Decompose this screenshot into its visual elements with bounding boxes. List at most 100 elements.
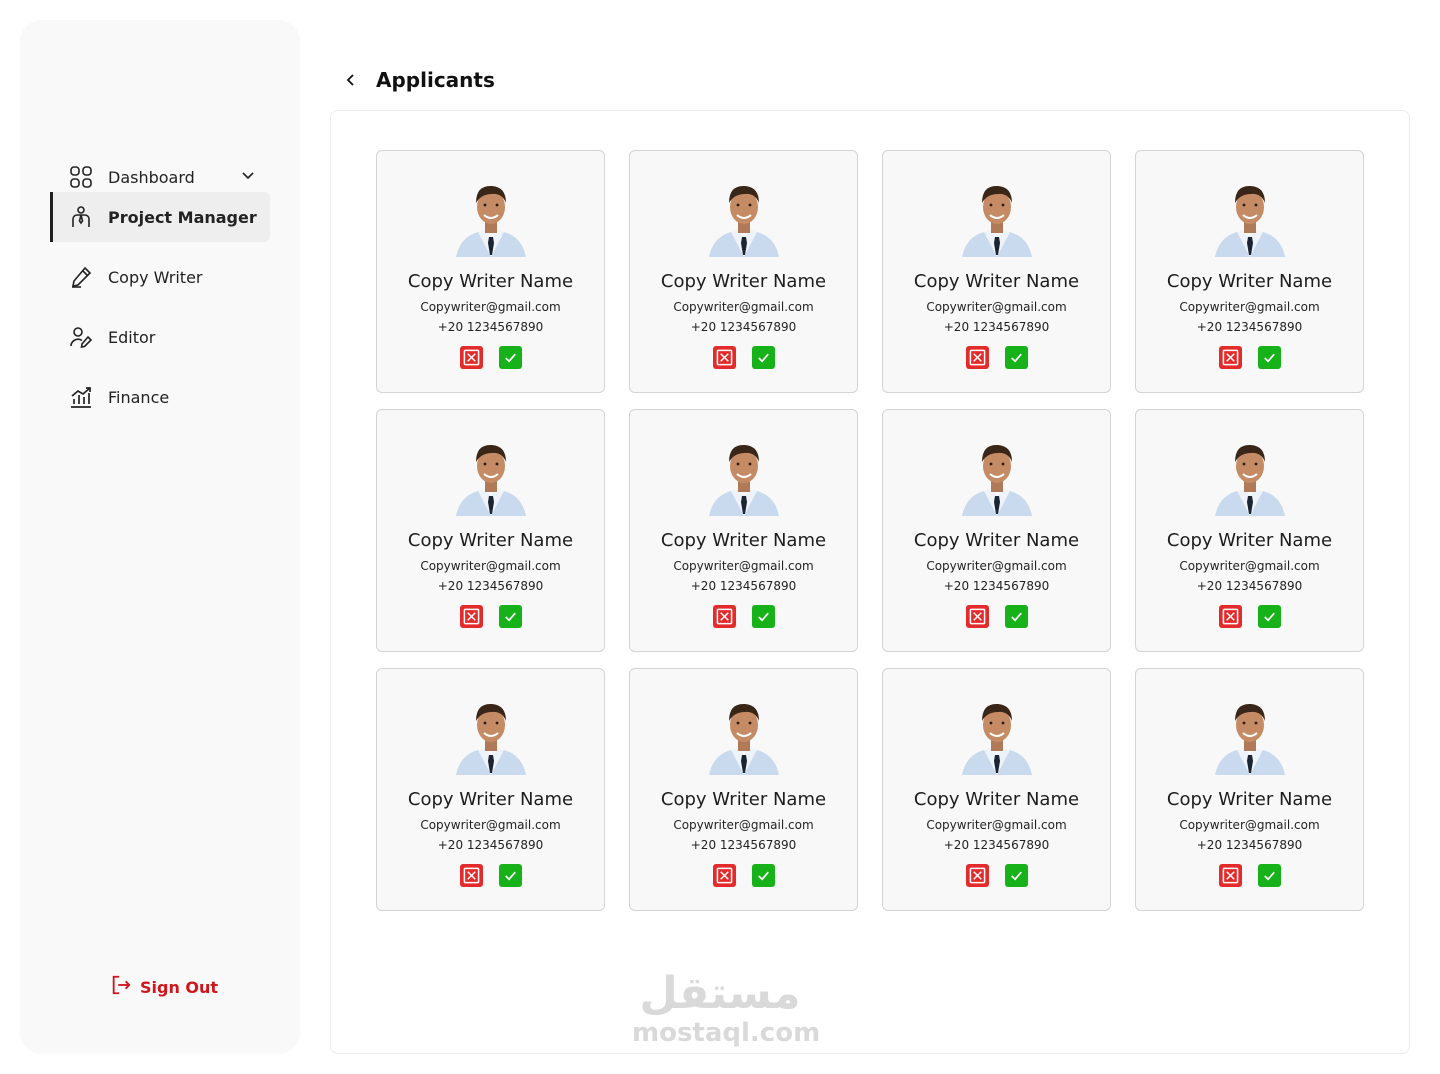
applicant-card: Copy Writer Name Copywriter@gmail.com +2… [629, 668, 858, 911]
sidebar-item-label: Dashboard [108, 167, 195, 187]
applicants-panel: Copy Writer Name Copywriter@gmail.com +2… [330, 110, 1410, 1054]
accept-button[interactable] [1004, 605, 1028, 628]
applicant-card: Copy Writer Name Copywriter@gmail.com +2… [882, 409, 1111, 652]
sidebar-item-project-manager[interactable]: Project Manager [50, 192, 270, 242]
applicant-phone: +20 1234567890 [690, 320, 797, 334]
applicant-phone: +20 1234567890 [437, 838, 544, 852]
accept-button[interactable] [1257, 864, 1281, 887]
applicant-email: Copywriter@gmail.com [1179, 559, 1320, 573]
applicants-grid: Copy Writer Name Copywriter@gmail.com +2… [376, 150, 1364, 911]
applicant-email: Copywriter@gmail.com [420, 818, 561, 832]
reject-button[interactable] [965, 346, 989, 369]
applicant-name: Copy Writer Name [1166, 530, 1333, 551]
applicant-actions [1218, 346, 1281, 369]
applicant-email: Copywriter@gmail.com [1179, 300, 1320, 314]
accept-button[interactable] [1004, 864, 1028, 887]
avatar [961, 177, 1032, 257]
applicant-name: Copy Writer Name [1166, 271, 1333, 292]
applicant-phone: +20 1234567890 [943, 579, 1050, 593]
applicant-email: Copywriter@gmail.com [926, 559, 1067, 573]
applicant-actions [965, 346, 1028, 369]
applicant-email: Copywriter@gmail.com [1179, 818, 1320, 832]
applicant-actions [1218, 864, 1281, 887]
applicant-email: Copywriter@gmail.com [673, 559, 814, 573]
reject-button[interactable] [965, 864, 989, 887]
accept-button[interactable] [498, 864, 522, 887]
sidebar-item-copy-writer[interactable]: Copy Writer [50, 252, 270, 302]
accept-button[interactable] [1257, 605, 1281, 628]
accept-button[interactable] [1257, 346, 1281, 369]
avatar [1214, 177, 1285, 257]
reject-button[interactable] [712, 346, 736, 369]
applicant-phone: +20 1234567890 [690, 579, 797, 593]
reject-button[interactable] [459, 605, 483, 628]
applicant-actions [459, 346, 522, 369]
reject-button[interactable] [712, 864, 736, 887]
applicant-phone: +20 1234567890 [437, 579, 544, 593]
applicant-name: Copy Writer Name [407, 271, 574, 292]
applicant-name: Copy Writer Name [407, 530, 574, 551]
applicant-actions [712, 605, 775, 628]
applicant-name: Copy Writer Name [1166, 789, 1333, 810]
pen-icon [68, 264, 94, 290]
reject-button[interactable] [965, 605, 989, 628]
applicant-name: Copy Writer Name [913, 789, 1080, 810]
applicant-actions [965, 605, 1028, 628]
user-edit-icon [68, 324, 94, 350]
accept-button[interactable] [1004, 346, 1028, 369]
applicant-email: Copywriter@gmail.com [673, 818, 814, 832]
reject-button[interactable] [459, 864, 483, 887]
applicant-email: Copywriter@gmail.com [673, 300, 814, 314]
applicant-card: Copy Writer Name Copywriter@gmail.com +2… [1135, 150, 1364, 393]
applicant-card: Copy Writer Name Copywriter@gmail.com +2… [629, 150, 858, 393]
page-title: Applicants [376, 68, 495, 92]
avatar [708, 436, 779, 516]
manager-icon [68, 204, 94, 230]
applicant-phone: +20 1234567890 [943, 838, 1050, 852]
reject-button[interactable] [1218, 605, 1242, 628]
applicant-name: Copy Writer Name [407, 789, 574, 810]
accept-button[interactable] [498, 605, 522, 628]
applicant-actions [459, 864, 522, 887]
sign-out-button[interactable]: Sign Out [110, 974, 218, 1000]
applicant-phone: +20 1234567890 [1196, 320, 1303, 334]
accept-button[interactable] [751, 346, 775, 369]
applicant-phone: +20 1234567890 [690, 838, 797, 852]
sidebar-item-finance[interactable]: Finance [50, 372, 270, 422]
grid-icon [68, 164, 94, 190]
sidebar-item-label: Finance [108, 387, 170, 407]
sidebar-item-label: Project Manager [108, 207, 257, 227]
accept-button[interactable] [751, 605, 775, 628]
applicant-card: Copy Writer Name Copywriter@gmail.com +2… [1135, 668, 1364, 911]
applicant-card: Copy Writer Name Copywriter@gmail.com +2… [1135, 409, 1364, 652]
page-header: Applicants [340, 64, 495, 96]
applicant-card: Copy Writer Name Copywriter@gmail.com +2… [376, 150, 605, 393]
applicant-phone: +20 1234567890 [1196, 838, 1303, 852]
applicant-actions [712, 864, 775, 887]
applicant-card: Copy Writer Name Copywriter@gmail.com +2… [629, 409, 858, 652]
applicant-actions [712, 346, 775, 369]
watermark-logo: مستقل mostaql.com [632, 966, 820, 1048]
chart-icon [68, 384, 94, 410]
avatar [455, 695, 526, 775]
chevron-down-icon[interactable] [240, 167, 256, 187]
applicant-card: Copy Writer Name Copywriter@gmail.com +2… [376, 668, 605, 911]
reject-button[interactable] [459, 346, 483, 369]
avatar [1214, 695, 1285, 775]
chevron-left-icon[interactable] [340, 69, 362, 91]
sidebar-item-editor[interactable]: Editor [50, 312, 270, 362]
accept-button[interactable] [498, 346, 522, 369]
reject-button[interactable] [712, 605, 736, 628]
avatar [708, 177, 779, 257]
applicant-actions [965, 864, 1028, 887]
applicant-name: Copy Writer Name [913, 530, 1080, 551]
accept-button[interactable] [751, 864, 775, 887]
applicant-name: Copy Writer Name [913, 271, 1080, 292]
reject-button[interactable] [1218, 864, 1242, 887]
reject-button[interactable] [1218, 346, 1242, 369]
applicant-name: Copy Writer Name [660, 530, 827, 551]
applicant-email: Copywriter@gmail.com [926, 818, 1067, 832]
avatar [961, 695, 1032, 775]
sidebar-item-label: Editor [108, 327, 156, 347]
avatar [455, 436, 526, 516]
